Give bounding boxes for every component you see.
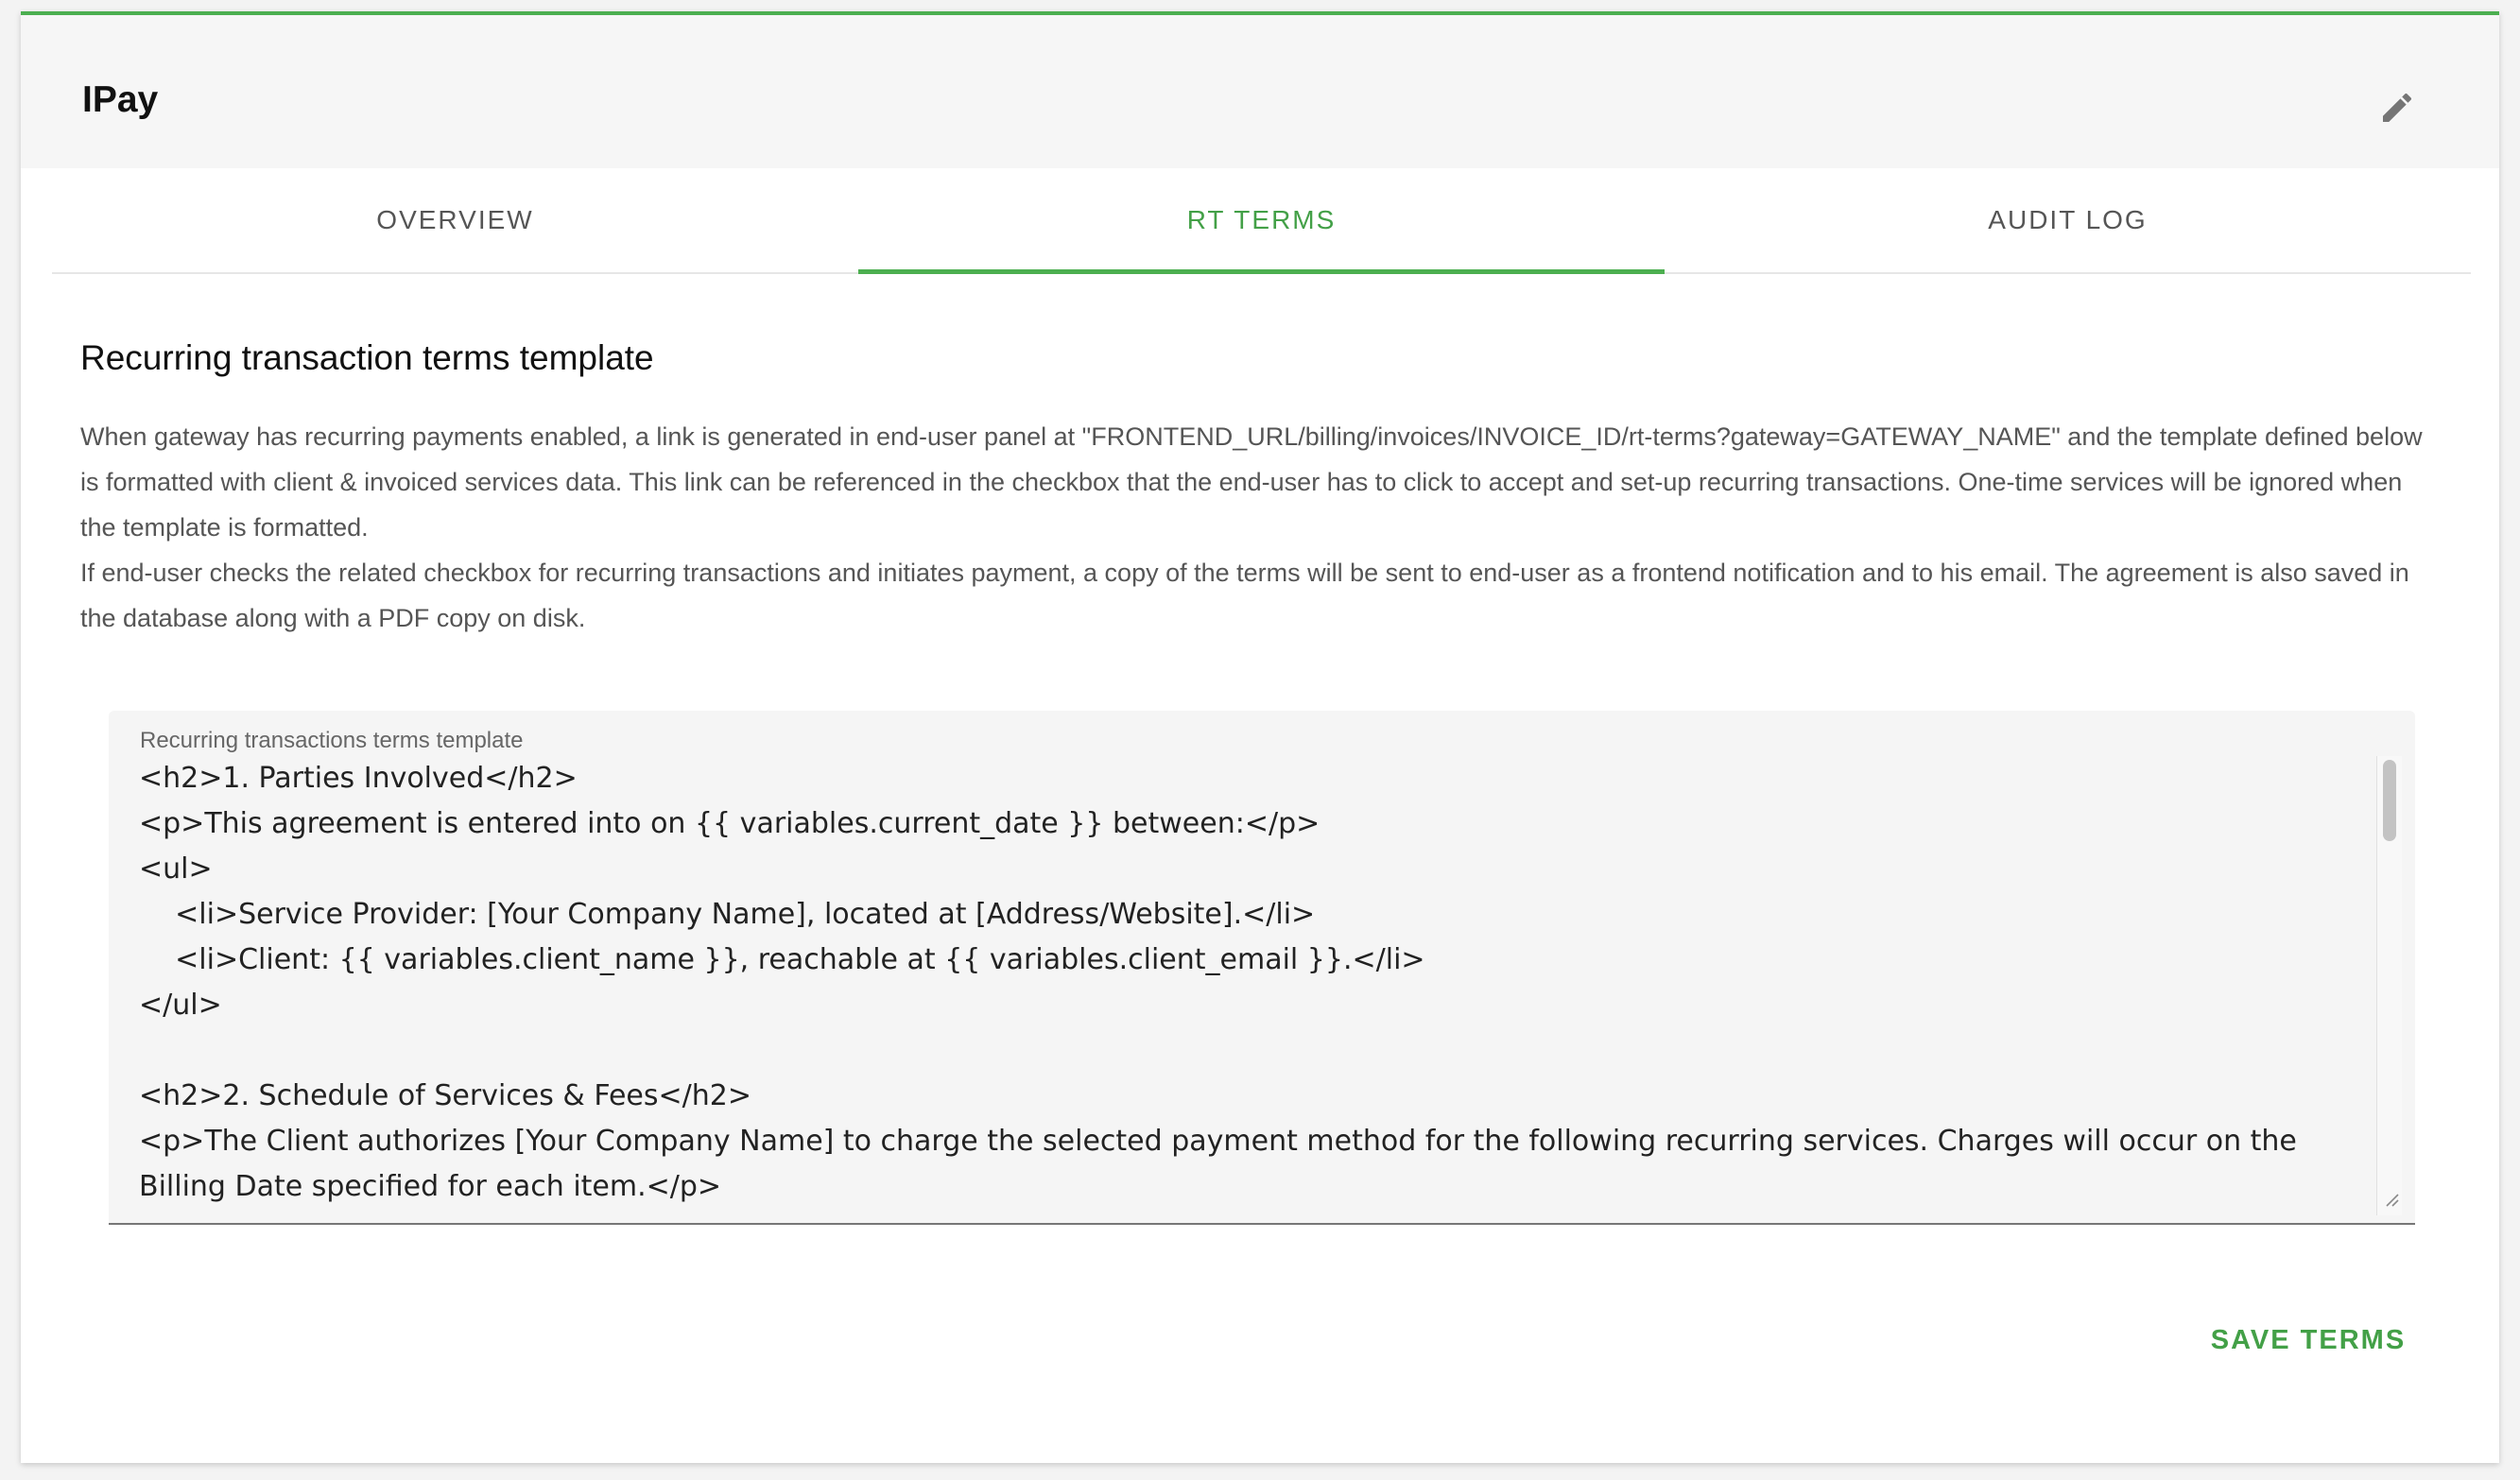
tab-bar: OVERVIEW RT TERMS AUDIT LOG: [52, 168, 2471, 274]
scrollbar-thumb[interactable]: [2383, 760, 2396, 841]
tab-overview[interactable]: OVERVIEW: [52, 168, 858, 272]
textarea-scrollbar[interactable]: [2376, 756, 2402, 1215]
gateway-card: IPay OVERVIEW RT TERMS AUDIT LOG Recurri…: [21, 11, 2499, 1463]
description-paragraph-1: When gateway has recurring payments enab…: [80, 422, 2423, 542]
section-title: Recurring transaction terms template: [80, 338, 654, 377]
card-header: IPay: [21, 15, 2499, 168]
resize-handle-icon[interactable]: [2381, 1189, 2400, 1208]
template-textarea[interactable]: <h2>1. Parties Involved</h2> <p>This agr…: [139, 756, 2349, 1215]
description-paragraph-2: If end-user checks the related checkbox …: [80, 559, 2409, 632]
template-field-label: Recurring transactions terms template: [140, 728, 524, 753]
save-terms-button[interactable]: SAVE TERMS: [2195, 1312, 2422, 1368]
section-description: When gateway has recurring payments enab…: [80, 414, 2443, 641]
tab-audit-log[interactable]: AUDIT LOG: [1665, 168, 2471, 272]
page-title: IPay: [82, 79, 159, 120]
template-field: Recurring transactions terms template <h…: [109, 711, 2415, 1225]
tab-rt-terms[interactable]: RT TERMS: [858, 168, 1665, 274]
pencil-icon: [2383, 93, 2412, 122]
edit-button[interactable]: [2371, 81, 2424, 134]
